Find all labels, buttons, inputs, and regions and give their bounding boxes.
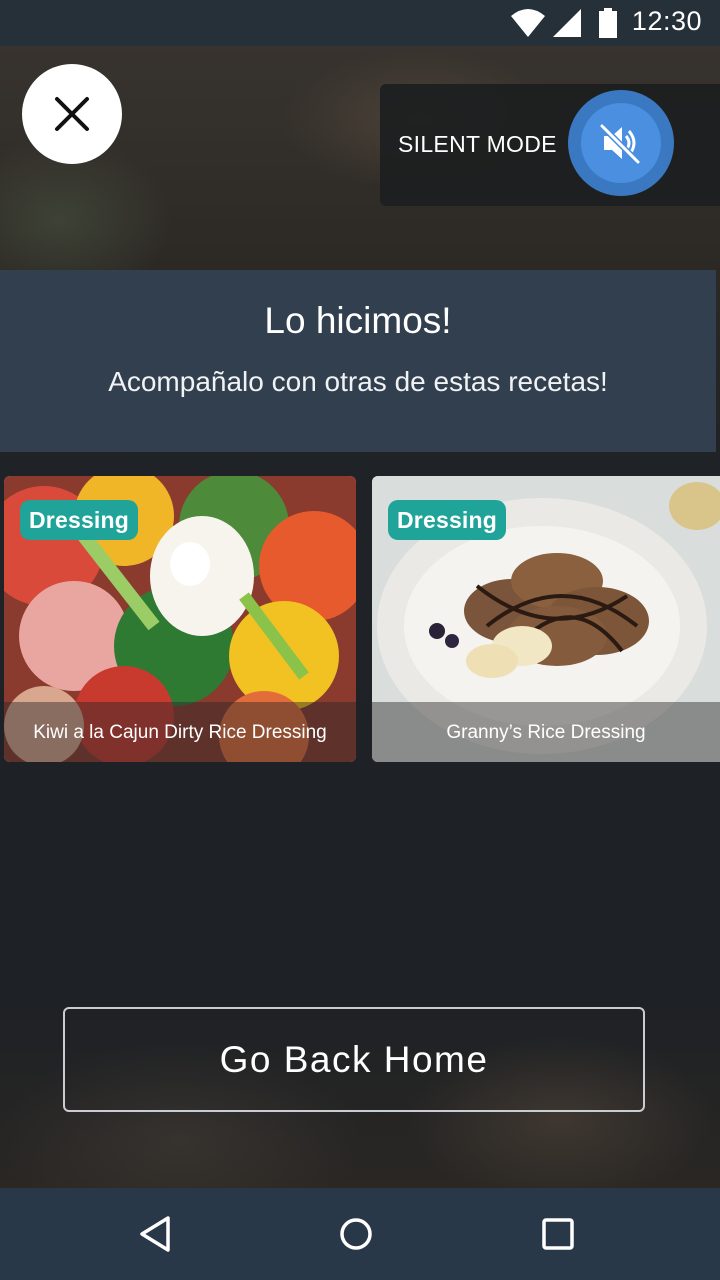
- volume-mute-icon: [599, 123, 641, 165]
- status-bar: 12:30: [0, 0, 720, 46]
- recipe-category-badge: Dressing: [388, 500, 507, 540]
- recipe-title: Granny’s Rice Dressing: [372, 702, 720, 762]
- recipe-title: Kiwi a la Cajun Dirty Rice Dressing: [4, 702, 356, 762]
- go-back-home-button[interactable]: Go Back Home: [63, 1007, 645, 1112]
- nav-back-button[interactable]: [106, 1188, 206, 1280]
- silent-mode-label: SILENT MODE: [398, 131, 557, 157]
- signal-icon: [553, 9, 581, 37]
- recents-icon: [542, 1218, 574, 1250]
- nav-recents-button[interactable]: [508, 1188, 608, 1280]
- battery-icon: [599, 8, 617, 38]
- close-button[interactable]: [22, 64, 122, 164]
- recipe-card[interactable]: Dressing Granny’s Rice Dressing: [372, 476, 720, 762]
- recipe-category-badge: Dressing: [20, 500, 139, 540]
- close-icon: [55, 97, 89, 131]
- home-icon: [340, 1218, 372, 1250]
- navigation-bar: [0, 1188, 720, 1280]
- completion-title: Lo hicimos!: [264, 300, 452, 341]
- wifi-icon: [511, 9, 545, 37]
- silent-mode-toggle[interactable]: [568, 90, 674, 196]
- silent-mode-panel: SILENT MODE: [380, 84, 720, 206]
- recipe-card[interactable]: Dressing Kiwi a la Cajun Dirty Rice Dres…: [4, 476, 356, 762]
- completion-subtitle: Acompañalo con otras de estas recetas!: [108, 366, 608, 397]
- back-icon: [140, 1216, 170, 1252]
- status-time: 12:30: [631, 6, 702, 36]
- nav-home-button[interactable]: [306, 1188, 406, 1280]
- completion-header: Lo hicimos! Acompañalo con otras de esta…: [0, 270, 716, 452]
